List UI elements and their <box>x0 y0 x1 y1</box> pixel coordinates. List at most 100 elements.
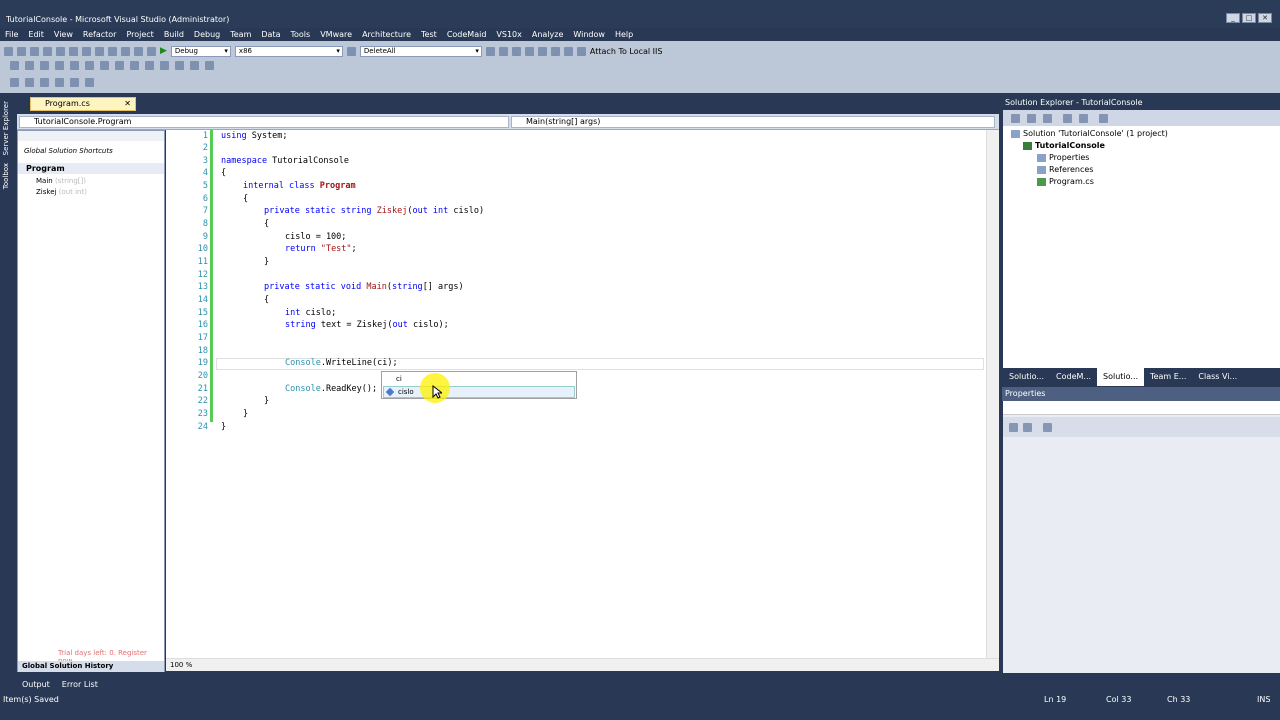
tab-error-list[interactable]: Error List <box>62 680 98 689</box>
menu-tools[interactable]: Tools <box>285 28 315 41</box>
alphabetical-icon[interactable] <box>1023 423 1032 432</box>
extension-manager-icon[interactable] <box>563 46 573 56</box>
shortcut-group-program[interactable]: Program <box>26 164 65 173</box>
class-dropdown[interactable]: TutorialConsole.Program <box>19 116 509 128</box>
tab-codemaid[interactable]: CodeM... <box>1050 368 1097 386</box>
server-explorer-tab[interactable]: Server Explorer <box>2 101 10 155</box>
new-project-icon[interactable] <box>4 46 13 56</box>
properties-object-select[interactable] <box>1003 401 1280 415</box>
shortcut-item-main[interactable]: Main (string[]) <box>36 177 86 185</box>
increase-indent-icon[interactable] <box>55 61 64 70</box>
maximize-button[interactable]: □ <box>1242 13 1256 23</box>
menu-analyze[interactable]: Analyze <box>527 28 569 41</box>
menu-architecture[interactable]: Architecture <box>357 28 416 41</box>
parameter-info-icon[interactable] <box>145 61 154 70</box>
start-debugging-icon[interactable]: ▶ <box>160 46 167 56</box>
decrease-indent-icon[interactable] <box>40 61 49 70</box>
start-page-icon[interactable] <box>550 46 560 56</box>
open-file-icon[interactable] <box>30 46 39 56</box>
cut-icon[interactable] <box>69 46 78 56</box>
save-all-icon[interactable] <box>56 46 65 56</box>
bookmark-icon[interactable] <box>70 61 79 70</box>
clear-bookmarks-icon[interactable] <box>115 61 124 70</box>
prev-bookmark-icon[interactable] <box>85 61 94 70</box>
continue-icon[interactable] <box>10 78 19 87</box>
find-combo[interactable]: DeleteAll <box>359 45 482 57</box>
tab-close-icon[interactable]: ✕ <box>124 98 131 110</box>
tab-output[interactable]: Output <box>22 680 50 689</box>
quick-info-icon[interactable] <box>160 61 169 70</box>
toolbox-icon[interactable] <box>537 46 547 56</box>
refresh-icon[interactable] <box>1043 114 1052 123</box>
menu-debug[interactable]: Debug <box>189 28 225 41</box>
solution-config-select[interactable]: Debug <box>170 45 231 57</box>
object-browser-icon[interactable] <box>524 46 534 56</box>
break-all-icon[interactable] <box>25 78 34 87</box>
properties-icon[interactable] <box>1011 114 1020 123</box>
menu-data[interactable]: Data <box>256 28 285 41</box>
menu-vmware[interactable]: VMware <box>315 28 357 41</box>
restart-icon[interactable] <box>55 78 64 87</box>
add-item-icon[interactable] <box>17 46 26 56</box>
tree-project[interactable]: TutorialConsole <box>1023 141 1105 150</box>
menu-view[interactable]: View <box>49 28 78 41</box>
zoom-level[interactable]: 100 % <box>170 661 192 669</box>
close-button[interactable]: ✕ <box>1258 13 1272 23</box>
format-document-icon[interactable] <box>205 61 214 70</box>
completion-item-cislo[interactable]: cislo <box>383 386 575 398</box>
class-diagram-icon[interactable] <box>1099 114 1108 123</box>
tree-properties[interactable]: Properties <box>1037 153 1089 162</box>
tab-program-cs[interactable]: Program.cs ✕ <box>30 97 136 111</box>
menu-file[interactable]: File <box>0 28 23 41</box>
member-dropdown[interactable]: Main(string[] args) <box>511 116 995 128</box>
toolbox-tab[interactable]: Toolbox <box>2 163 10 189</box>
view-designer-icon[interactable] <box>1079 114 1088 123</box>
find-icon[interactable] <box>485 46 495 56</box>
paste-icon[interactable] <box>95 46 104 56</box>
categorized-icon[interactable] <box>1009 423 1018 432</box>
solution-platform-select[interactable]: x86 <box>234 45 343 57</box>
menu-codemaid[interactable]: CodeMaid <box>442 28 492 41</box>
tab-class-view[interactable]: Class Vi... <box>1192 368 1243 386</box>
menu-refactor[interactable]: Refactor <box>78 28 122 41</box>
next-bookmark-icon[interactable] <box>100 61 109 70</box>
stop-debugging-icon[interactable] <box>40 78 49 87</box>
shortcut-item-ziskej[interactable]: Ziskej (out int) <box>36 188 87 196</box>
minimize-button[interactable]: _ <box>1226 13 1240 23</box>
tab-solution-1[interactable]: Solutio... <box>1003 368 1050 386</box>
global-history-header[interactable]: Global Solution History <box>18 661 164 672</box>
tree-solution[interactable]: Solution 'TutorialConsole' (1 project) <box>1011 129 1168 138</box>
step-over-icon[interactable] <box>70 78 79 87</box>
uncomment-icon[interactable] <box>25 61 34 70</box>
menu-help[interactable]: Help <box>610 28 638 41</box>
display-word-completion-icon[interactable] <box>130 61 139 70</box>
show-all-files-icon[interactable] <box>1027 114 1036 123</box>
menu-team[interactable]: Team <box>225 28 256 41</box>
attach-to-iis-button[interactable]: Attach To Local IIS <box>590 47 663 56</box>
property-pages-icon[interactable] <box>1043 423 1052 432</box>
save-icon[interactable] <box>43 46 52 56</box>
find-in-files-icon[interactable] <box>346 46 356 56</box>
list-members-icon[interactable] <box>175 61 184 70</box>
complete-word-icon[interactable] <box>190 61 199 70</box>
menu-window[interactable]: Window <box>568 28 610 41</box>
copy-icon[interactable] <box>82 46 91 56</box>
menu-build[interactable]: Build <box>159 28 189 41</box>
tab-team-explorer[interactable]: Team E... <box>1144 368 1192 386</box>
view-code-icon[interactable] <box>1063 114 1072 123</box>
menu-test[interactable]: Test <box>416 28 442 41</box>
editor-vertical-scrollbar[interactable] <box>986 130 999 658</box>
solution-explorer-icon[interactable] <box>498 46 508 56</box>
tree-program-cs[interactable]: Program.cs <box>1037 177 1094 186</box>
navigate-forward-icon[interactable] <box>147 46 156 56</box>
navigate-back-icon[interactable] <box>134 46 143 56</box>
editor-horizontal-scrollbar[interactable]: 100 % <box>166 658 999 671</box>
tab-solution-explorer[interactable]: Solutio... <box>1097 368 1145 386</box>
menu-project[interactable]: Project <box>121 28 158 41</box>
menu-vs10x[interactable]: VS10x <box>491 28 526 41</box>
tree-references[interactable]: References <box>1037 165 1093 174</box>
comment-icon[interactable] <box>10 61 19 70</box>
menu-edit[interactable]: Edit <box>23 28 49 41</box>
redo-icon[interactable] <box>121 46 130 56</box>
undo-icon[interactable] <box>108 46 117 56</box>
